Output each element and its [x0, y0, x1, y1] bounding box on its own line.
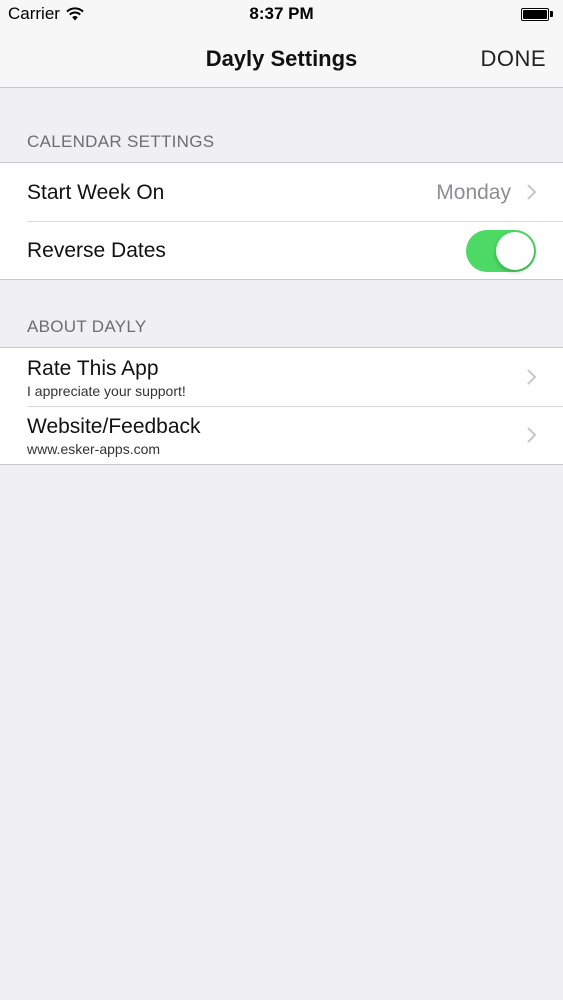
status-time: 8:37 PM [249, 4, 314, 23]
reverse-dates-toggle[interactable] [466, 230, 536, 272]
rate-this-app-label: Rate This App [27, 357, 159, 380]
chevron-right-icon [527, 369, 536, 385]
done-button[interactable]: DONE [480, 46, 546, 72]
calendar-settings-group: Start Week On Monday Reverse Dates [0, 162, 563, 280]
start-week-on-label: Start Week On [27, 181, 165, 204]
about-dayly-group: Rate This App I appreciate your support!… [0, 347, 563, 465]
toggle-knob [496, 232, 534, 270]
battery-icon [521, 6, 555, 22]
reverse-dates-label: Reverse Dates [27, 239, 166, 262]
status-bar: Carrier 8:37 PM [0, 0, 563, 30]
rate-this-app-subtitle: I appreciate your support! [27, 383, 186, 399]
about-dayly-header: ABOUT DAYLY [27, 317, 147, 336]
chevron-right-icon [527, 427, 536, 443]
start-week-on-value: Monday [436, 181, 511, 204]
page-title: Dayly Settings [205, 46, 358, 71]
website-feedback-label: Website/Feedback [27, 415, 201, 438]
navigation-bar: Dayly Settings DONE [0, 30, 563, 88]
website-feedback-row[interactable]: Website/Feedback www.esker-apps.com [0, 406, 563, 464]
start-week-on-row[interactable]: Start Week On Monday [0, 163, 563, 221]
website-feedback-subtitle: www.esker-apps.com [27, 441, 161, 457]
rate-this-app-row[interactable]: Rate This App I appreciate your support! [0, 348, 563, 406]
calendar-settings-header: CALENDAR SETTINGS [27, 132, 215, 151]
reverse-dates-row: Reverse Dates [0, 221, 563, 279]
chevron-right-icon [527, 184, 536, 200]
